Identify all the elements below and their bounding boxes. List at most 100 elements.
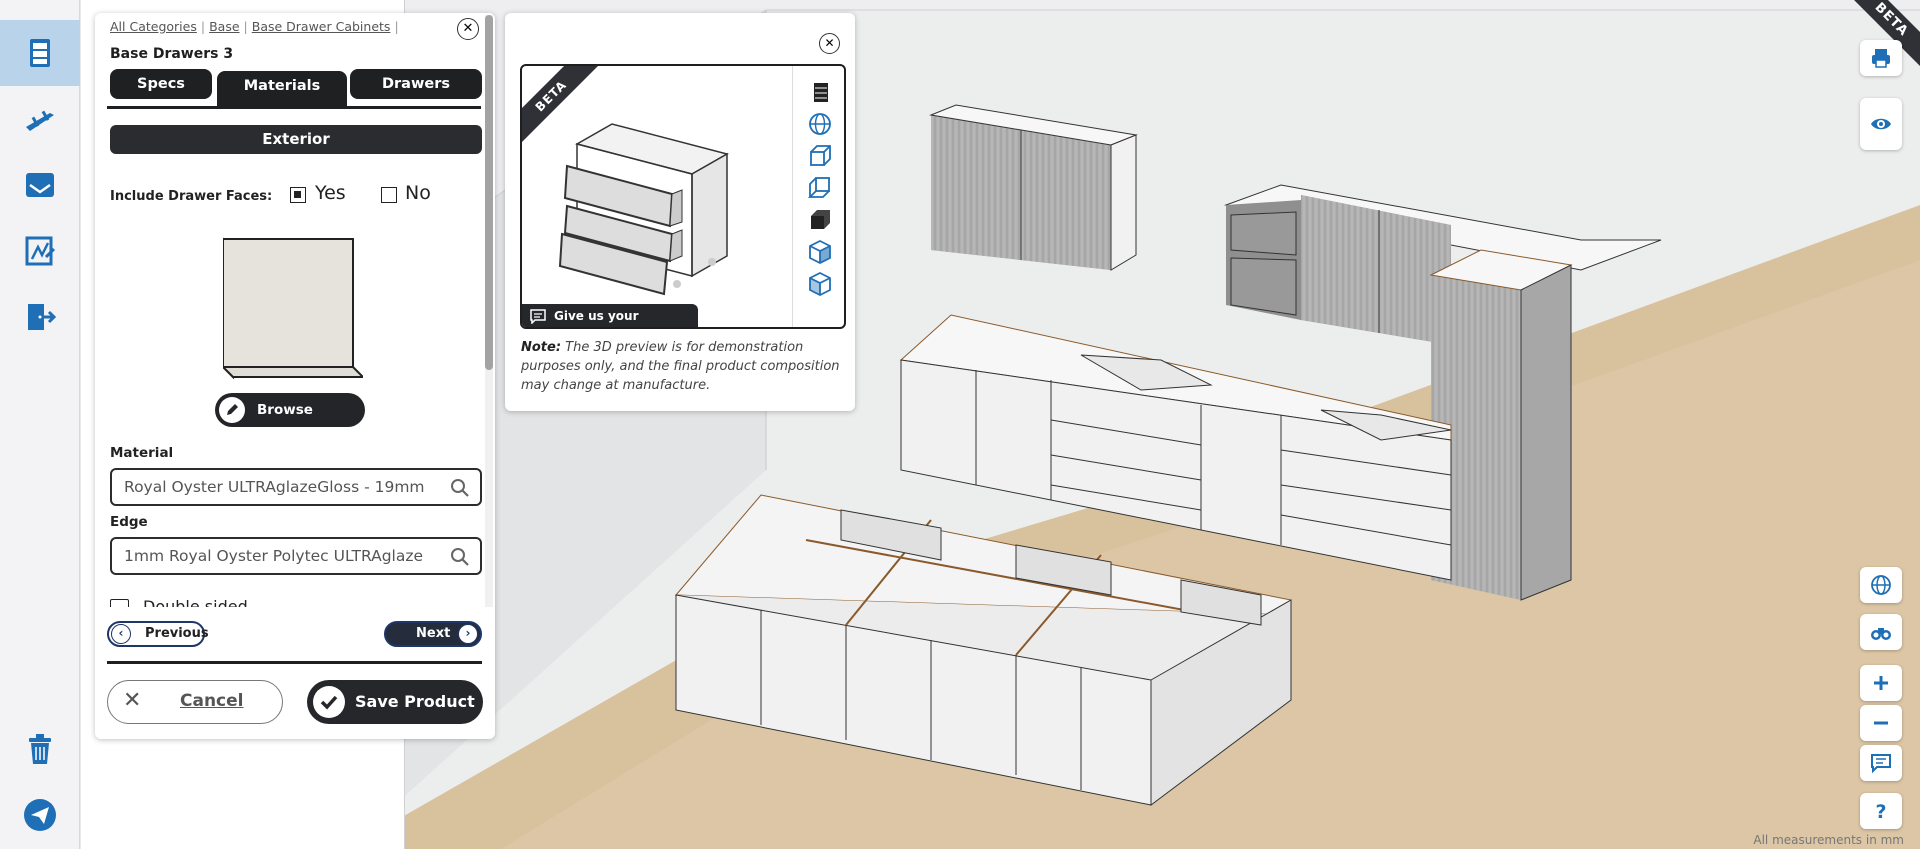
next-button[interactable]: Next ›	[384, 621, 482, 647]
design-board-icon	[25, 236, 56, 266]
cabinet-icon	[30, 39, 50, 67]
rail-exit-button[interactable]	[0, 284, 80, 350]
chevron-left-icon: ‹	[111, 624, 131, 644]
close-icon: ✕	[824, 36, 835, 50]
close-icon: ✕	[123, 688, 142, 713]
rail-delete-button[interactable]	[0, 716, 80, 782]
print-icon	[1872, 49, 1890, 68]
print-button[interactable]	[1860, 40, 1902, 76]
globe-button[interactable]	[1860, 567, 1902, 603]
feedback-button[interactable]: Give us your Feedback	[522, 304, 698, 327]
drawer-faces-yes-label: Yes	[315, 182, 346, 204]
svg-text:?: ?	[1875, 801, 1886, 823]
note-label: Note:	[521, 340, 562, 355]
drawer-faces-yes-checkbox[interactable]	[290, 187, 306, 203]
breadcrumb-all-categories[interactable]: All Categories	[110, 19, 197, 34]
paper-plane-icon	[24, 799, 56, 831]
view-button[interactable]	[1860, 98, 1902, 150]
rail-send-button[interactable]	[0, 782, 80, 848]
close-panel-button[interactable]: ✕	[457, 18, 479, 40]
close-preview-button[interactable]: ✕	[819, 33, 840, 54]
zoom-in-button[interactable]	[1860, 665, 1902, 701]
comment-button[interactable]	[1860, 745, 1902, 781]
back-view-icon[interactable]	[806, 174, 834, 202]
material-input[interactable]	[124, 476, 436, 498]
comment-icon	[1871, 754, 1891, 774]
handle-icon	[26, 110, 54, 131]
binoculars-icon	[1871, 628, 1891, 640]
measurements-note: All measurements in mm	[1753, 833, 1904, 847]
double-sided-checkbox[interactable]	[110, 599, 129, 607]
material-label: Material	[110, 445, 174, 461]
tab-specs[interactable]: Specs	[110, 69, 212, 99]
feedback-label: Give us your Feedback	[554, 309, 639, 323]
tab-divider	[107, 106, 481, 109]
exit-door-icon	[28, 304, 57, 330]
cancel-button[interactable]: ✕ Cancel	[107, 680, 283, 724]
help-button[interactable]: ?	[1860, 793, 1902, 829]
rail-design-button[interactable]	[0, 218, 80, 284]
breadcrumb-base-drawer-cabinets[interactable]: Base Drawer Cabinets	[252, 19, 391, 34]
drawer-faces-no-label: No	[405, 182, 431, 204]
tray-icon	[26, 173, 54, 197]
product-title: Base Drawers 3	[110, 46, 234, 62]
search-icon[interactable]	[450, 547, 470, 567]
footer-divider	[107, 661, 482, 664]
solid-cube-icon[interactable]	[806, 206, 834, 234]
cancel-label: Cancel	[180, 691, 244, 711]
drawer-faces-label: Include Drawer Faces:	[110, 189, 273, 204]
material-swatch	[223, 237, 363, 380]
tab-drawers[interactable]: Drawers	[350, 69, 482, 99]
checkmark-icon	[313, 686, 345, 718]
preview-card: ✕ BETA Give us your Feedback Note	[505, 13, 855, 411]
left-toolbar	[0, 0, 80, 849]
preview-disclaimer: Note: The 3D preview is for demonstratio…	[521, 338, 847, 395]
zoom-out-button[interactable]	[1860, 705, 1902, 741]
3d-preview[interactable]: BETA Give us your Feedback	[520, 64, 846, 329]
pencil-icon	[219, 397, 245, 423]
save-product-button[interactable]: Save Product	[307, 680, 483, 724]
edge-field[interactable]	[110, 537, 482, 575]
comment-icon	[530, 309, 546, 324]
rail-cabinets-button[interactable]	[0, 20, 80, 86]
preview-view-toolbar	[792, 66, 844, 327]
edge-input[interactable]	[124, 545, 436, 567]
zoom-out-icon	[1874, 721, 1888, 725]
trash-icon	[29, 734, 51, 764]
product-panel: All Categories | Base | Base Drawer Cabinets…	[95, 13, 495, 739]
walkthrough-button[interactable]	[1860, 614, 1902, 650]
chevron-right-icon: ›	[458, 624, 478, 644]
search-icon[interactable]	[450, 478, 470, 498]
save-product-label: Save Product	[355, 692, 475, 711]
rail-inbox-button[interactable]	[0, 152, 80, 218]
iso-view-icon[interactable]	[806, 238, 834, 266]
material-field[interactable]	[110, 468, 482, 506]
browse-colours-label: Browse Colours	[257, 402, 315, 452]
front-view-icon[interactable]	[806, 142, 834, 170]
browse-colours-button[interactable]: Browse Colours	[215, 393, 365, 452]
previous-button[interactable]: ‹ Previous	[107, 621, 209, 647]
cabinet-preview-image	[558, 123, 729, 296]
breadcrumb-base[interactable]: Base	[209, 19, 239, 34]
edge-label: Edge	[110, 514, 148, 530]
drawer-faces-no-checkbox[interactable]	[381, 187, 397, 203]
globe-icon[interactable]	[806, 110, 834, 138]
breadcrumb: All Categories | Base | Base Drawer Cabinets…	[110, 19, 399, 34]
rail-hardware-button[interactable]	[0, 86, 80, 152]
next-label: Next	[416, 626, 451, 641]
globe-icon	[1871, 575, 1891, 595]
scrollbar-thumb[interactable]	[485, 15, 493, 370]
panel-scrollbar[interactable]	[485, 15, 493, 607]
note-text: The 3D preview is for demonstration purp…	[521, 340, 840, 393]
section-exterior-header: Exterior	[110, 125, 482, 154]
help-icon: ?	[1875, 801, 1886, 823]
solid-cabinet-icon[interactable]	[806, 78, 834, 106]
panel-scroll-area[interactable]: All Categories | Base | Base Drawer Cabinets…	[95, 13, 495, 607]
eye-icon	[1871, 118, 1891, 130]
double-sided-label: Double sided	[143, 597, 248, 607]
iso-view-alt-icon[interactable]	[806, 270, 834, 298]
close-icon: ✕	[462, 21, 474, 36]
previous-label: Previous	[145, 626, 209, 641]
tab-materials[interactable]: Materials	[217, 71, 347, 107]
zoom-in-icon	[1874, 676, 1888, 690]
